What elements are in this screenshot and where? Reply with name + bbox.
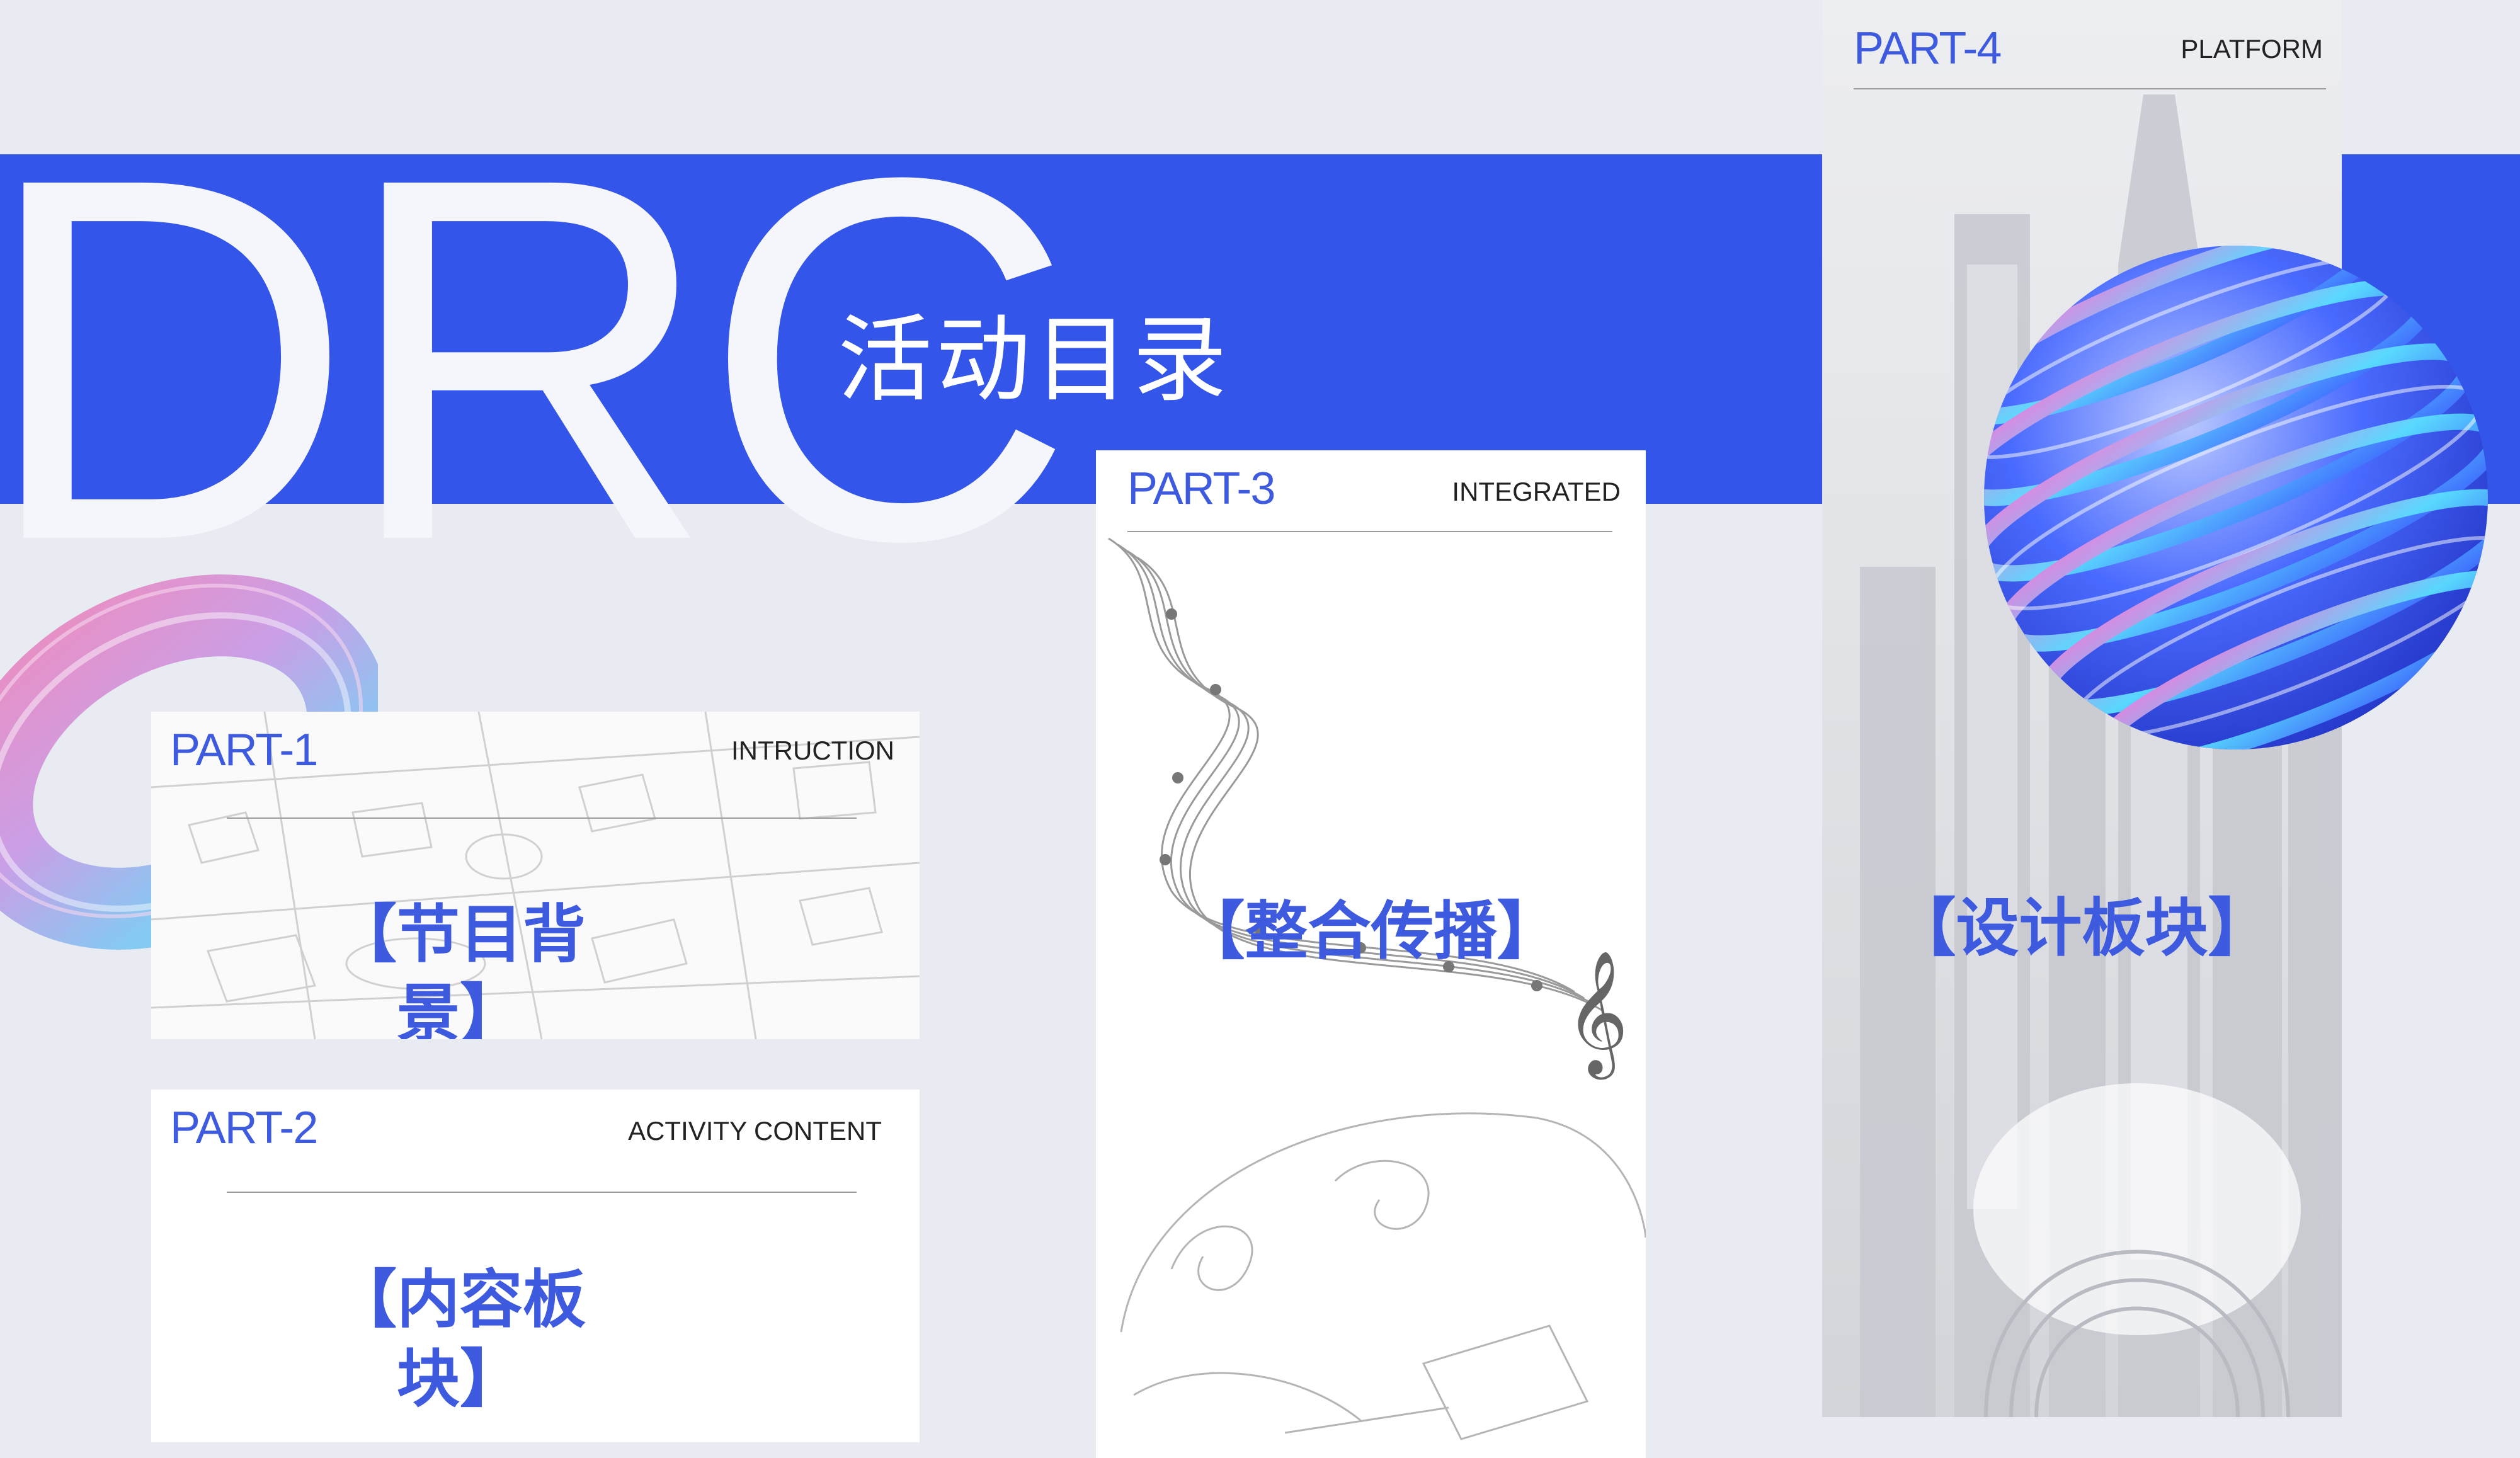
striped-sphere-icon: [1984, 246, 2488, 749]
part-2-divider: [227, 1192, 857, 1193]
page-subtitle: 活动目录: [838, 305, 1231, 415]
part-2-label: PART-2: [170, 1103, 318, 1153]
part-1-title: 【节目背景】: [334, 897, 586, 1039]
part-3-divider: [1127, 531, 1612, 532]
part-2-card[interactable]: PART-2 ACTIVITY CONTENT 【内容板块】: [151, 1090, 920, 1442]
part-2-subtitle: ACTIVITY CONTENT: [628, 1116, 882, 1146]
part-3-title: 【整合传播】: [1182, 894, 1560, 968]
part-3-label: PART-3: [1127, 464, 1275, 514]
part-1-label: PART-1: [170, 725, 318, 775]
part-1-card[interactable]: PART-1 INTRUCTION 【节目背景】: [151, 712, 920, 1039]
part-4-divider: [1854, 88, 2326, 89]
part-4-title: 【设计板块】: [1893, 891, 2271, 965]
part-1-subtitle: INTRUCTION: [731, 736, 894, 765]
part-3-subtitle: INTEGRATED: [1452, 477, 1621, 506]
part-3-card[interactable]: 𝄞 PART-3 INTEGRATED 【整合传播】: [1096, 450, 1646, 1458]
part-2-title: 【内容板块】: [334, 1262, 586, 1416]
part-4-subtitle: PLATFORM: [2181, 34, 2323, 64]
part-1-divider: [227, 817, 857, 819]
part-4-label: PART-4: [1854, 23, 2002, 74]
